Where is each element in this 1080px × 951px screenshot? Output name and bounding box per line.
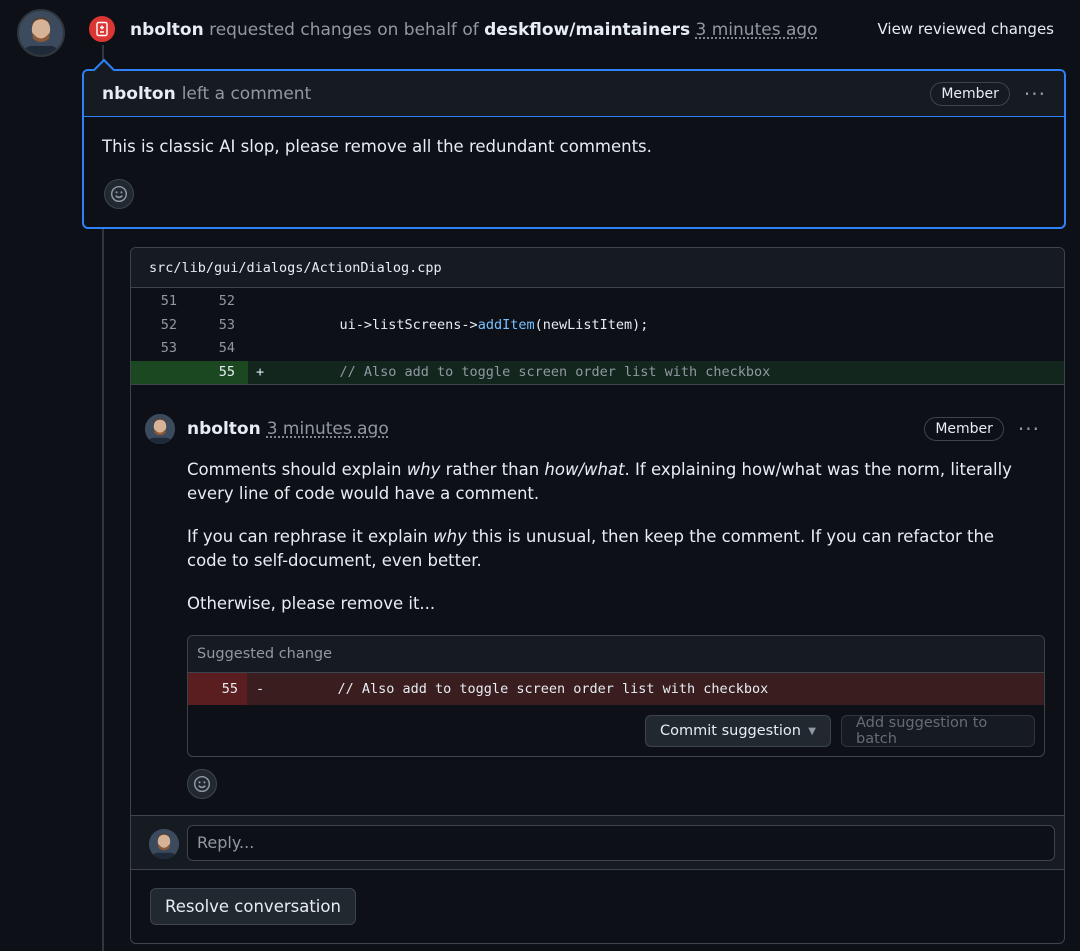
diff-line-deleted: 55 - // Also add to toggle screen order …: [188, 673, 1044, 705]
old-line-number: 52: [160, 316, 177, 333]
new-line-number: 52: [218, 293, 235, 309]
file-path[interactable]: src/lib/gui/dialogs/ActionDialog.cpp: [131, 248, 1064, 288]
diff-line: 51 52: [131, 290, 1064, 314]
event-header: nbolton requested changes on behalf of d…: [130, 19, 818, 41]
diff-line-added: 55 + // Also add to toggle screen order …: [131, 360, 1064, 384]
old-line-number: 51: [160, 293, 177, 309]
line-number: 55: [221, 681, 238, 697]
event-action: requested changes on behalf of: [209, 20, 479, 40]
event-author[interactable]: nbolton: [130, 20, 204, 40]
view-reviewed-changes-link[interactable]: View reviewed changes: [877, 20, 1054, 38]
comment-paragraph: If you can rephrase it explain why this …: [187, 527, 995, 570]
kebab-horizontal-icon[interactable]: ···: [1018, 419, 1040, 439]
diff-sign: -: [256, 681, 265, 697]
diff-code: ui->listScreens->addItem(newListItem);: [307, 316, 649, 333]
comment-timestamp[interactable]: 3 minutes ago: [267, 419, 389, 439]
smiley-icon[interactable]: [187, 769, 217, 799]
resolve-conversation-button[interactable]: Resolve conversation: [150, 888, 356, 925]
reply-area: Reply...: [131, 816, 1064, 870]
event-team[interactable]: deskflow/maintainers: [484, 20, 690, 40]
comment-header: nbolton 3 minutes ago Member ···: [187, 417, 1040, 441]
diff-code: // Also add to toggle screen order list …: [305, 681, 769, 697]
diff-line: 52 53 ui->listScreens->addItem(newListIt…: [131, 314, 1064, 338]
smiley-icon[interactable]: [104, 179, 134, 209]
new-line-number: 54: [218, 340, 235, 356]
member-badge: Member: [930, 81, 1010, 106]
comment-paragraph: Comments should explain why rather than …: [187, 460, 1012, 503]
commit-suggestion-label: Commit suggestion: [660, 723, 801, 739]
triangle-down-icon[interactable]: ▼: [808, 726, 816, 737]
suggested-change: Suggested change 55 - // Also add to tog…: [187, 635, 1045, 757]
new-line-number: 53: [218, 316, 235, 333]
review-body: This is classic AI slop, please remove a…: [102, 137, 652, 156]
comment-paragraph: Otherwise, please remove it...: [187, 594, 436, 613]
commit-suggestion-button[interactable]: Commit suggestion ▼: [645, 715, 831, 747]
review-author[interactable]: nbolton: [102, 84, 176, 104]
file-diff-icon: [86, 13, 118, 45]
review-comment: nbolton left a comment Member ··· This i…: [82, 69, 1066, 229]
current-user-avatar: [149, 829, 179, 859]
review-comment-header: nbolton left a comment Member ···: [84, 71, 1064, 117]
author-avatar[interactable]: [17, 9, 65, 57]
comment-body: Comments should explain why rather than …: [187, 458, 1037, 635]
comment-author-avatar[interactable]: [145, 414, 175, 444]
add-suggestion-to-batch-button[interactable]: Add suggestion to batch: [841, 715, 1035, 747]
old-line-number: 53: [160, 340, 177, 356]
review-thread: src/lib/gui/dialogs/ActionDialog.cpp 51 …: [130, 247, 1065, 944]
member-badge: Member: [924, 417, 1004, 441]
review-action: left a comment: [181, 83, 312, 104]
kebab-horizontal-icon[interactable]: ···: [1024, 84, 1046, 104]
event-timestamp[interactable]: 3 minutes ago: [696, 20, 818, 40]
thread-comment: nbolton 3 minutes ago Member ··· Comment…: [131, 385, 1064, 815]
diff-sign: +: [256, 363, 265, 380]
suggested-change-header: Suggested change: [188, 636, 1044, 673]
diff-code: // Also add to toggle screen order list …: [307, 363, 771, 380]
new-line-number: 55: [218, 363, 235, 380]
reply-input[interactable]: Reply...: [187, 825, 1055, 861]
diff-line: 53 54: [131, 337, 1064, 361]
comment-author[interactable]: nbolton: [187, 419, 261, 439]
